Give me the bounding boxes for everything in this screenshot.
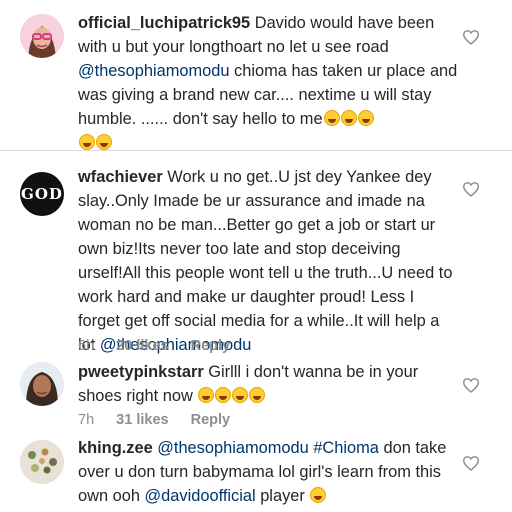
comment-username[interactable]: official_luchipatrick95 [78, 14, 250, 32]
comment-body: pweetypinkstarr Girlll i don't wanna be … [78, 360, 458, 408]
comment-time: 6h [78, 338, 95, 354]
avatar[interactable] [20, 440, 64, 484]
rofl-emoji-icon [197, 387, 266, 405]
heart-outline-icon[interactable] [460, 26, 482, 48]
heart-outline-icon[interactable] [460, 452, 482, 474]
divider [0, 150, 512, 151]
reply-button[interactable]: Reply [191, 338, 231, 354]
comment-body: wfachiever Work u no get..U jst dey Yank… [78, 165, 458, 357]
comment-time: 7h [78, 412, 95, 428]
likes-count[interactable]: 20 likes [116, 338, 168, 354]
comment-username[interactable]: pweetypinkstarr [78, 363, 204, 381]
comment-username[interactable]: khing.zee [78, 439, 153, 457]
comment-body: official_luchipatrick95 Davido would hav… [78, 11, 458, 155]
comment-3: pweetypinkstarr Girlll i don't wanna be … [0, 358, 512, 432]
comment-meta: 7h 31 likes Reply [78, 412, 248, 428]
comment-body: khing.zee @thesophiamomodu #Chioma don t… [78, 436, 458, 508]
mention-link[interactable]: @davidoofficial [145, 487, 256, 505]
heart-outline-icon[interactable] [460, 178, 482, 200]
comment-1: official_luchipatrick95 Davido would hav… [0, 0, 512, 150]
comment-meta: 6h 20 likes Reply [78, 338, 248, 354]
laughing-emoji-icon [323, 110, 374, 128]
rofl-emoji-icon [309, 487, 327, 505]
avatar[interactable] [20, 14, 64, 58]
comment-4: khing.zee @thesophiamomodu #Chioma don t… [0, 432, 512, 512]
likes-count[interactable]: 31 likes [116, 412, 168, 428]
comment-2: GOD wfachiever Work u no get..U jst dey … [0, 160, 512, 360]
comment-text: player [255, 487, 305, 505]
mention-link[interactable]: @thesophiamomodu [157, 439, 309, 457]
comment-text: Work u no get..U jst dey Yankee dey slay… [78, 168, 453, 354]
avatar[interactable] [20, 362, 64, 406]
comment-username[interactable]: wfachiever [78, 168, 163, 186]
avatar[interactable]: GOD [20, 172, 64, 216]
reply-button[interactable]: Reply [191, 412, 231, 428]
hashtag-link[interactable]: #Chioma [313, 439, 379, 457]
heart-outline-icon[interactable] [460, 374, 482, 396]
mention-link[interactable]: @thesophiamomodu [78, 62, 230, 80]
